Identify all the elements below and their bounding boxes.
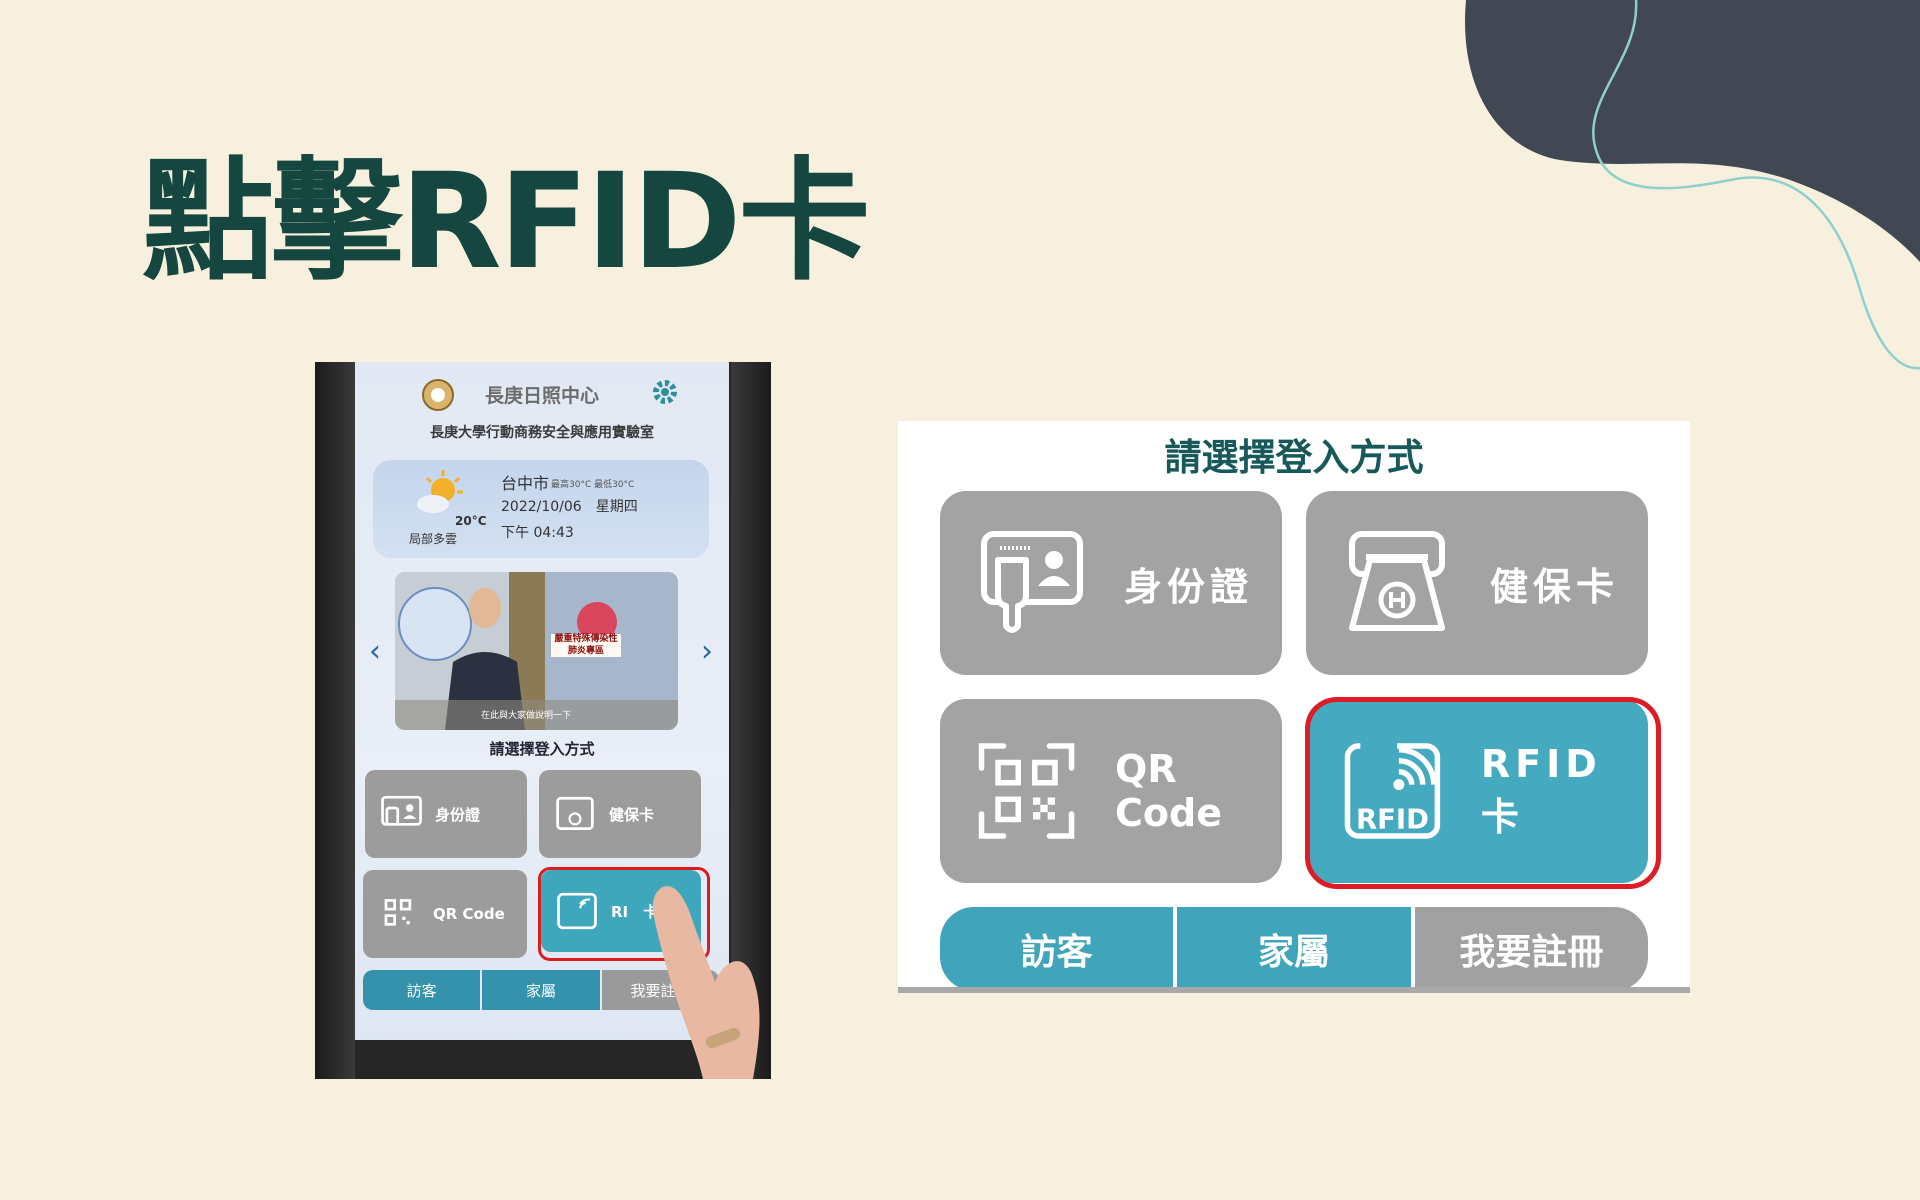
gear-icon[interactable] bbox=[651, 378, 679, 406]
id-card-label: 身份證 bbox=[1124, 564, 1254, 609]
qr-code-button[interactable]: QR Code bbox=[940, 699, 1282, 883]
weather-time: 下午 04:43 bbox=[501, 525, 574, 541]
news-caption: 在此與大家做說明一下 bbox=[481, 711, 572, 721]
phone-photo: 長庚日照中心 長庚大學行動商務安全與應用實驗室 20°C 局部多雲 台中市 最高… bbox=[315, 362, 771, 1079]
carousel-next-button[interactable]: › bbox=[701, 634, 713, 669]
family-tab-small[interactable]: 家屬 bbox=[482, 970, 600, 1010]
news-carousel[interactable]: 嚴重特殊傳染性肺炎專區 在此與大家做說明一下 bbox=[395, 572, 678, 730]
weather-card: 20°C 局部多雲 台中市 最高30°C 最低30°C 2022/10/06 星… bbox=[373, 460, 709, 558]
panel-bottom-line bbox=[898, 987, 1690, 993]
health-card-insert-icon bbox=[1349, 531, 1445, 631]
app-header: 長庚日照中心 bbox=[355, 376, 729, 412]
app-name: 長庚日照中心 bbox=[484, 384, 599, 407]
qr-code-button-small[interactable]: QR Code bbox=[363, 870, 527, 958]
weather-temp: 20°C bbox=[455, 514, 487, 528]
health-card-label-small: 健保卡 bbox=[609, 805, 655, 824]
qr-code-icon bbox=[384, 899, 412, 926]
weather-date: 2022/10/06 星期四 bbox=[501, 499, 638, 515]
weather-city: 台中市 bbox=[501, 474, 550, 493]
login-panel: 請選擇登入方式 身份證 健保卡 QR Code RFID RFID 卡 訪客 家… bbox=[898, 421, 1690, 993]
id-card-button-small[interactable]: 身份證 bbox=[365, 770, 527, 858]
health-card-button-small[interactable]: 健保卡 bbox=[539, 770, 701, 858]
id-card-label-small: 身份證 bbox=[435, 805, 481, 824]
health-card-label: 健保卡 bbox=[1490, 564, 1620, 609]
weather-condition: 局部多雲 bbox=[409, 532, 458, 546]
news-topic-label: 嚴重特殊傳染性肺炎專區 bbox=[551, 634, 621, 658]
weather-range: 最高30°C 最低30°C bbox=[551, 480, 635, 490]
sun-cloud-icon bbox=[417, 470, 463, 513]
register-tab[interactable]: 我要註冊 bbox=[1414, 907, 1648, 991]
panel-title: 請選擇登入方式 bbox=[1164, 436, 1424, 479]
family-tab[interactable]: 家屬 bbox=[1177, 907, 1411, 991]
news-image bbox=[395, 572, 678, 730]
photo-frame-left bbox=[315, 362, 355, 1079]
id-card-scan-icon bbox=[981, 531, 1083, 633]
rfid-highlight bbox=[1305, 697, 1661, 889]
health-card-insert-icon bbox=[556, 796, 594, 831]
carousel-prev-button[interactable]: ‹ bbox=[369, 634, 381, 669]
health-card-button[interactable]: 健保卡 bbox=[1306, 491, 1648, 675]
bottom-tabs: 訪客 家屬 我要註冊 bbox=[940, 907, 1648, 991]
hospital-logo-icon bbox=[422, 379, 454, 411]
visitor-tab-small[interactable]: 訪客 bbox=[363, 970, 481, 1010]
login-method-label: 請選擇登入方式 bbox=[489, 740, 595, 758]
id-card-scan-icon bbox=[381, 795, 422, 826]
visitor-tab[interactable]: 訪客 bbox=[940, 907, 1174, 991]
slide-title: 點擊RFID卡 bbox=[142, 145, 870, 299]
lab-name: 長庚大學行動商務安全與應用實驗室 bbox=[430, 425, 654, 441]
qr-code-label-small: QR Code bbox=[433, 905, 505, 923]
qr-code-label: QR Code bbox=[1115, 747, 1223, 835]
id-card-button[interactable]: 身份證 bbox=[940, 491, 1282, 675]
qr-code-icon bbox=[978, 743, 1075, 839]
pointing-finger bbox=[653, 886, 760, 1079]
